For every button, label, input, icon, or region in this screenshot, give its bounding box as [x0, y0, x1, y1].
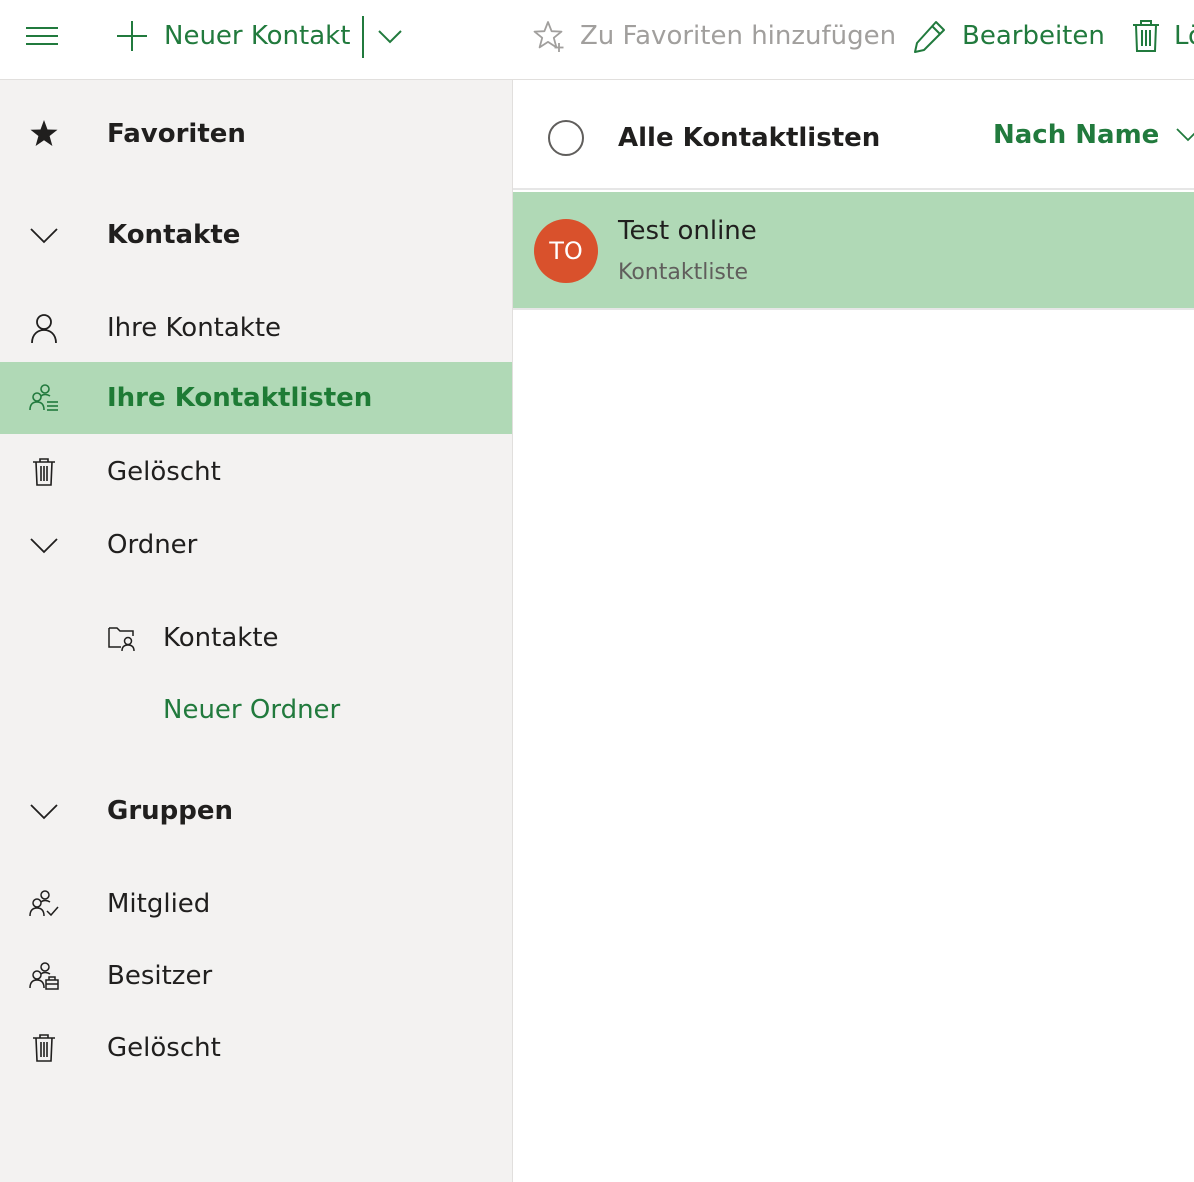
add-to-favorites-button[interactable]: Zu Favoriten hinzufügen	[532, 18, 896, 54]
nav-your-contacts[interactable]: Ihre Kontakte	[0, 292, 512, 364]
edit-button[interactable]: Bearbeiten	[912, 18, 1105, 54]
groups-deleted-label: Gelöscht	[107, 1033, 221, 1063]
hamburger-icon	[26, 27, 58, 45]
chevron-down-icon	[26, 793, 62, 829]
list-header: Alle Kontaktlisten Nach Name	[513, 80, 1194, 190]
groups-section-header[interactable]: Gruppen	[0, 775, 512, 847]
nav-folder-contacts[interactable]: Kontakte	[0, 602, 512, 674]
new-contact-dropdown-button[interactable]	[376, 18, 404, 54]
add-to-favorites-label: Zu Favoriten hinzufügen	[580, 21, 897, 51]
deleted-label: Gelöscht	[107, 457, 221, 487]
groups-label: Gruppen	[107, 796, 234, 826]
folders-label: Ordner	[107, 530, 198, 560]
star-filled-icon	[26, 116, 62, 152]
nav-groups-deleted[interactable]: Gelöscht	[0, 1012, 512, 1084]
contact-folder-icon	[104, 620, 140, 656]
group-member-icon	[26, 886, 62, 922]
command-bar: Neuer Kontakt Zu Favoriten hinzufügen Be…	[0, 0, 1194, 80]
trash-icon	[26, 454, 62, 490]
list-item-name: Test online	[618, 216, 757, 246]
list-item-subtitle: Kontaktliste	[618, 260, 749, 285]
trash-icon	[26, 1030, 62, 1066]
contact-list-pane: Alle Kontaktlisten Nach Name TO Test onl…	[513, 80, 1194, 1182]
sort-dropdown[interactable]: Nach Name	[993, 120, 1194, 150]
new-contact-button[interactable]: Neuer Kontakt	[114, 18, 350, 54]
your-contact-lists-label: Ihre Kontaktlisten	[107, 383, 373, 413]
new-folder-label: Neuer Ordner	[163, 695, 341, 725]
navigation-pane: Favoriten Kontakte Ihre Kontakte Ihre Ko…	[0, 80, 513, 1182]
delete-button[interactable]: Lö	[1130, 18, 1194, 54]
your-contacts-label: Ihre Kontakte	[107, 313, 282, 343]
toolbar-split-divider	[362, 16, 364, 58]
favorites-label: Favoriten	[107, 119, 246, 149]
contacts-section-label: Kontakte	[107, 220, 241, 250]
chevron-down-icon	[26, 217, 62, 253]
pencil-icon	[914, 21, 945, 53]
folders-section-header[interactable]: Ordner	[0, 509, 512, 581]
avatar: TO	[534, 219, 598, 283]
group-owner-icon	[26, 958, 62, 994]
edit-label: Bearbeiten	[962, 21, 1105, 51]
contact-list-icon	[26, 380, 62, 416]
person-icon	[26, 310, 62, 346]
member-label: Mitglied	[107, 889, 211, 919]
select-all-checkbox[interactable]	[547, 119, 585, 157]
nav-your-contact-lists[interactable]: Ihre Kontaktlisten	[0, 362, 512, 434]
plus-icon	[117, 21, 147, 51]
star-add-icon	[533, 21, 564, 52]
hamburger-menu-button[interactable]	[24, 18, 60, 54]
chevron-down-icon	[378, 30, 402, 44]
nav-favorites[interactable]: Favoriten	[0, 98, 512, 170]
delete-label: Lö	[1174, 21, 1194, 51]
contacts-section-header[interactable]: Kontakte	[0, 199, 512, 271]
owner-label: Besitzer	[107, 961, 213, 991]
sort-label: Nach Name	[993, 120, 1160, 150]
chevron-down-icon	[26, 527, 62, 563]
nav-member[interactable]: Mitglied	[0, 868, 512, 940]
new-folder-link[interactable]: Neuer Ordner	[0, 674, 512, 746]
list-item[interactable]: TO Test online Kontaktliste	[513, 192, 1194, 310]
list-title: Alle Kontaktlisten	[618, 123, 881, 153]
chevron-down-icon	[1176, 128, 1194, 142]
trash-icon	[1133, 20, 1159, 52]
nav-deleted[interactable]: Gelöscht	[0, 436, 512, 508]
new-contact-label: Neuer Kontakt	[164, 21, 351, 51]
nav-owner[interactable]: Besitzer	[0, 940, 512, 1012]
folder-contacts-label: Kontakte	[163, 623, 279, 653]
